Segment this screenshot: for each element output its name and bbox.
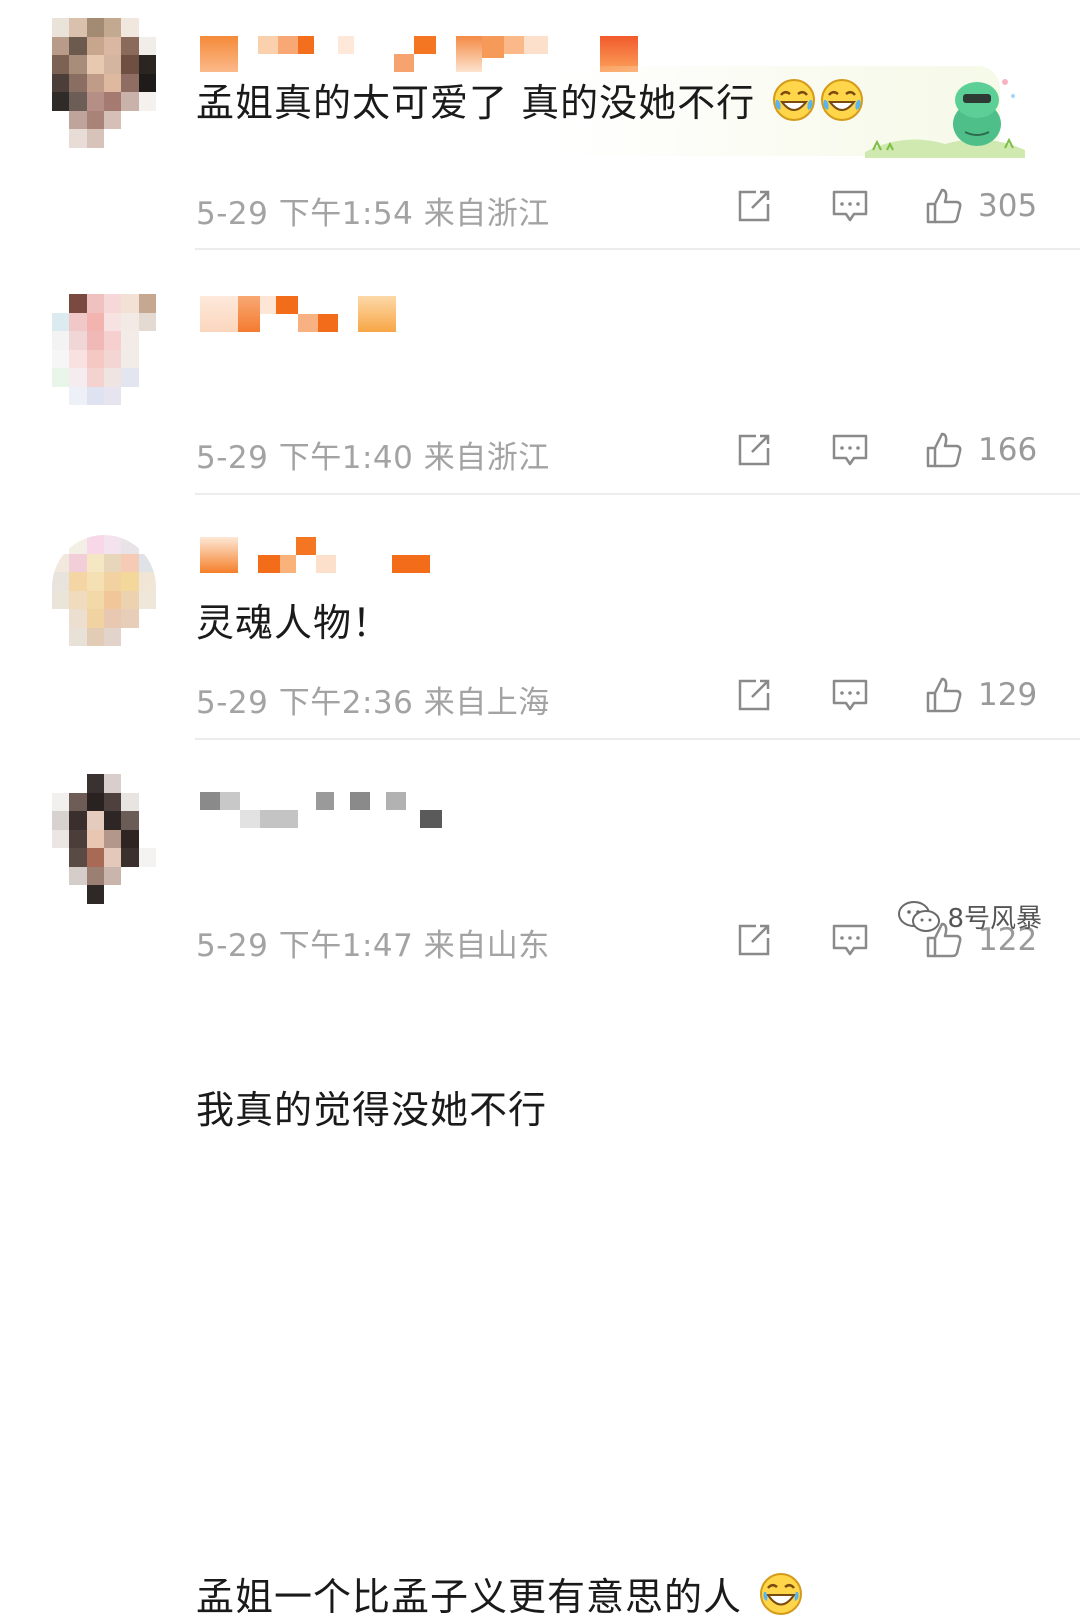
comment-time: 下午1:40 (278, 440, 414, 476)
share-icon[interactable] (734, 675, 774, 715)
comment-date: 5-29 (196, 440, 269, 476)
username[interactable] (200, 792, 442, 832)
comment-location: 来自浙江 (423, 196, 550, 232)
thumbs-up-icon[interactable] (924, 430, 964, 470)
comment-time: 下午1:47 (278, 928, 414, 964)
comment-location: 来自山东 (423, 928, 550, 964)
like-count: 166 (978, 432, 1038, 468)
wechat-icon (898, 900, 941, 932)
watermark: 8号风暴 (897, 898, 1042, 935)
comment-actions: 305 (734, 186, 1040, 226)
thumbs-up-icon[interactable] (924, 675, 964, 715)
comment-meta: 5-29 下午1:40 来自浙江 (196, 432, 550, 477)
comment-date: 5-29 (196, 928, 269, 964)
dinosaur-sticker-icon (865, 79, 1025, 158)
comment-date: 5-29 (196, 196, 269, 232)
comment-icon[interactable] (830, 186, 870, 226)
avatar[interactable] (52, 774, 156, 904)
share-icon[interactable] (734, 920, 774, 960)
laugh-cry-emoji-icon (821, 79, 864, 121)
avatar[interactable] (52, 18, 156, 148)
comment-icon[interactable] (830, 675, 870, 715)
comment-date: 5-29 (196, 685, 269, 721)
username[interactable] (200, 296, 396, 336)
comment-location: 来自浙江 (423, 440, 550, 476)
comment-time: 下午2:36 (278, 685, 414, 721)
like-count: 129 (978, 677, 1038, 713)
thumbs-up-icon[interactable] (924, 186, 964, 226)
comment-text: 我真的觉得没她不行 (196, 1088, 548, 1132)
comment-location: 来自上海 (423, 685, 550, 721)
comment-meta: 5-29 下午1:47 来自山东 (196, 920, 550, 965)
comment-text: 孟姐一个比孟子义更有意思的人 (196, 1572, 803, 1622)
comment-item: 孟姐真的太可爱了 真的没她不行 5-29 下午1:54 来自浙江 305 (0, 0, 1080, 250)
comment-icon[interactable] (830, 920, 870, 960)
comment-text: 孟姐真的太可爱了 真的没她不行 (196, 78, 864, 128)
comment-icon[interactable] (830, 430, 870, 470)
comment-time: 下午1:54 (278, 196, 414, 232)
laugh-cry-emoji-icon (773, 79, 816, 121)
comment-meta: 5-29 下午2:36 来自上海 (196, 677, 550, 722)
share-icon[interactable] (734, 186, 774, 226)
avatar[interactable] (52, 535, 156, 665)
comment-actions: 129 (734, 675, 1040, 715)
share-icon[interactable] (734, 430, 774, 470)
comment-item: 灵魂人物！ 5-29 下午1:40 来自浙江 166 (0, 250, 1080, 645)
username[interactable] (200, 537, 430, 577)
laughing-emoji-icon (760, 1573, 803, 1615)
like-count: 305 (978, 188, 1038, 224)
comment-meta: 5-29 下午1:54 来自浙江 (196, 188, 550, 233)
comment-item: 我真的觉得没她不行 5-29 下午2:36 来自上海 129 (0, 495, 1080, 1132)
comment-actions: 166 (734, 430, 1040, 470)
avatar[interactable] (52, 294, 156, 424)
watermark-text: 8号风暴 (947, 904, 1042, 934)
